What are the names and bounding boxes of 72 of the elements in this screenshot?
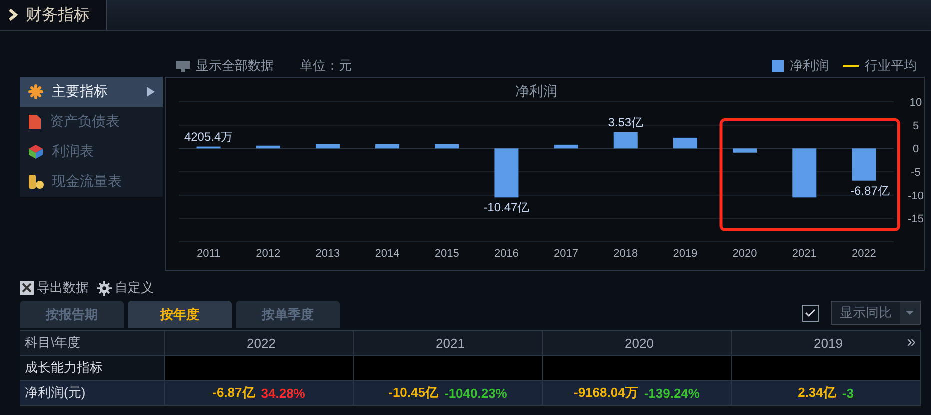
axis-tick-label: 2016 (494, 248, 519, 260)
coins-icon (28, 174, 44, 190)
axis-tick-label: 2014 (375, 248, 400, 260)
sidebar-item[interactable]: 主要指标 (20, 77, 163, 107)
more-columns-button[interactable]: » (907, 334, 916, 352)
column-header: 2019 » (732, 331, 921, 356)
arrow-icon (147, 87, 155, 97)
chevron-icon (8, 9, 18, 21)
unit-label: 单位：元 (300, 57, 352, 75)
axis-tick-label: -15 (908, 214, 924, 226)
axis-tick-label: 2017 (554, 248, 579, 260)
check-icon (805, 309, 816, 318)
bar (614, 132, 638, 149)
axis-tick-label: 2011 (196, 248, 221, 260)
settings-icon (97, 280, 112, 296)
row-label: 成长能力指标 (20, 356, 165, 381)
table-cell: -9168.04万 (574, 384, 638, 402)
yoy-checkbox[interactable] (802, 305, 819, 322)
change-value: -139.24% (644, 386, 700, 400)
legend-label: 净利润 (790, 57, 829, 75)
show-all-link[interactable]: 显示全部数据 (196, 57, 274, 75)
bar (554, 144, 578, 149)
change-value: -1040.23% (444, 386, 508, 400)
bar (673, 138, 698, 149)
table-cell: 2.34亿 (798, 384, 836, 402)
axis-tick-label: 2012 (256, 248, 281, 260)
bar (256, 146, 280, 149)
period-tab[interactable]: 按年度 (128, 301, 232, 328)
yoy-dropdown[interactable]: 显示同比 (831, 301, 921, 325)
column-header: 2021 (354, 331, 543, 356)
monitor-icon (176, 60, 190, 72)
value-label: 3.53亿 (608, 115, 644, 130)
axis-tick-label: 10 (910, 97, 922, 109)
document-icon (28, 114, 42, 130)
bar (852, 148, 876, 181)
axis-tick-label: -10 (908, 190, 924, 202)
bar (792, 148, 817, 198)
value-label: -10.47亿 (484, 200, 530, 215)
cube-icon (28, 144, 44, 160)
customize-button[interactable]: 自定义 (97, 279, 154, 297)
export-button[interactable]: 导出数据 (20, 279, 89, 297)
panel-title: 财务指标 (26, 6, 90, 26)
bar (196, 146, 221, 149)
table-cell: -10.45亿 (388, 384, 438, 402)
bar (376, 144, 400, 149)
table-cell: -6.87亿 (212, 384, 256, 402)
value-label: -6.87亿 (850, 184, 890, 198)
change-value: 34.28% (261, 386, 306, 400)
axis-tick-label: 2013 (316, 248, 340, 260)
value-label: 4205.4万 (184, 130, 234, 144)
axis-tick-label: 2018 (614, 248, 638, 260)
bar (435, 144, 460, 149)
bar (316, 144, 340, 149)
chart-title: 净利润 (516, 83, 558, 99)
axis-tick-label: 2015 (434, 248, 460, 260)
axis-tick-label: 2021 (792, 248, 817, 260)
change-value: -3 (842, 386, 854, 400)
axis-tick-label: 5 (912, 120, 920, 132)
axis-tick-label: 2020 (732, 248, 758, 260)
legend-label: 行业平均 (865, 57, 917, 75)
axis-tick-label: 2019 (673, 248, 698, 260)
column-header: 科目\年度 (20, 331, 165, 356)
axis-tick-label: 2022 (852, 248, 876, 260)
axis-tick-label: -5 (911, 167, 921, 179)
bar (733, 148, 758, 153)
axis-tick-label: 0 (912, 144, 920, 156)
bar (494, 148, 519, 198)
caret-icon (900, 302, 920, 324)
asterisk-icon (28, 84, 44, 100)
column-header: 2022 (165, 331, 354, 356)
row-label: 净利润(元) (20, 381, 165, 406)
column-header: 2020 (543, 331, 732, 356)
